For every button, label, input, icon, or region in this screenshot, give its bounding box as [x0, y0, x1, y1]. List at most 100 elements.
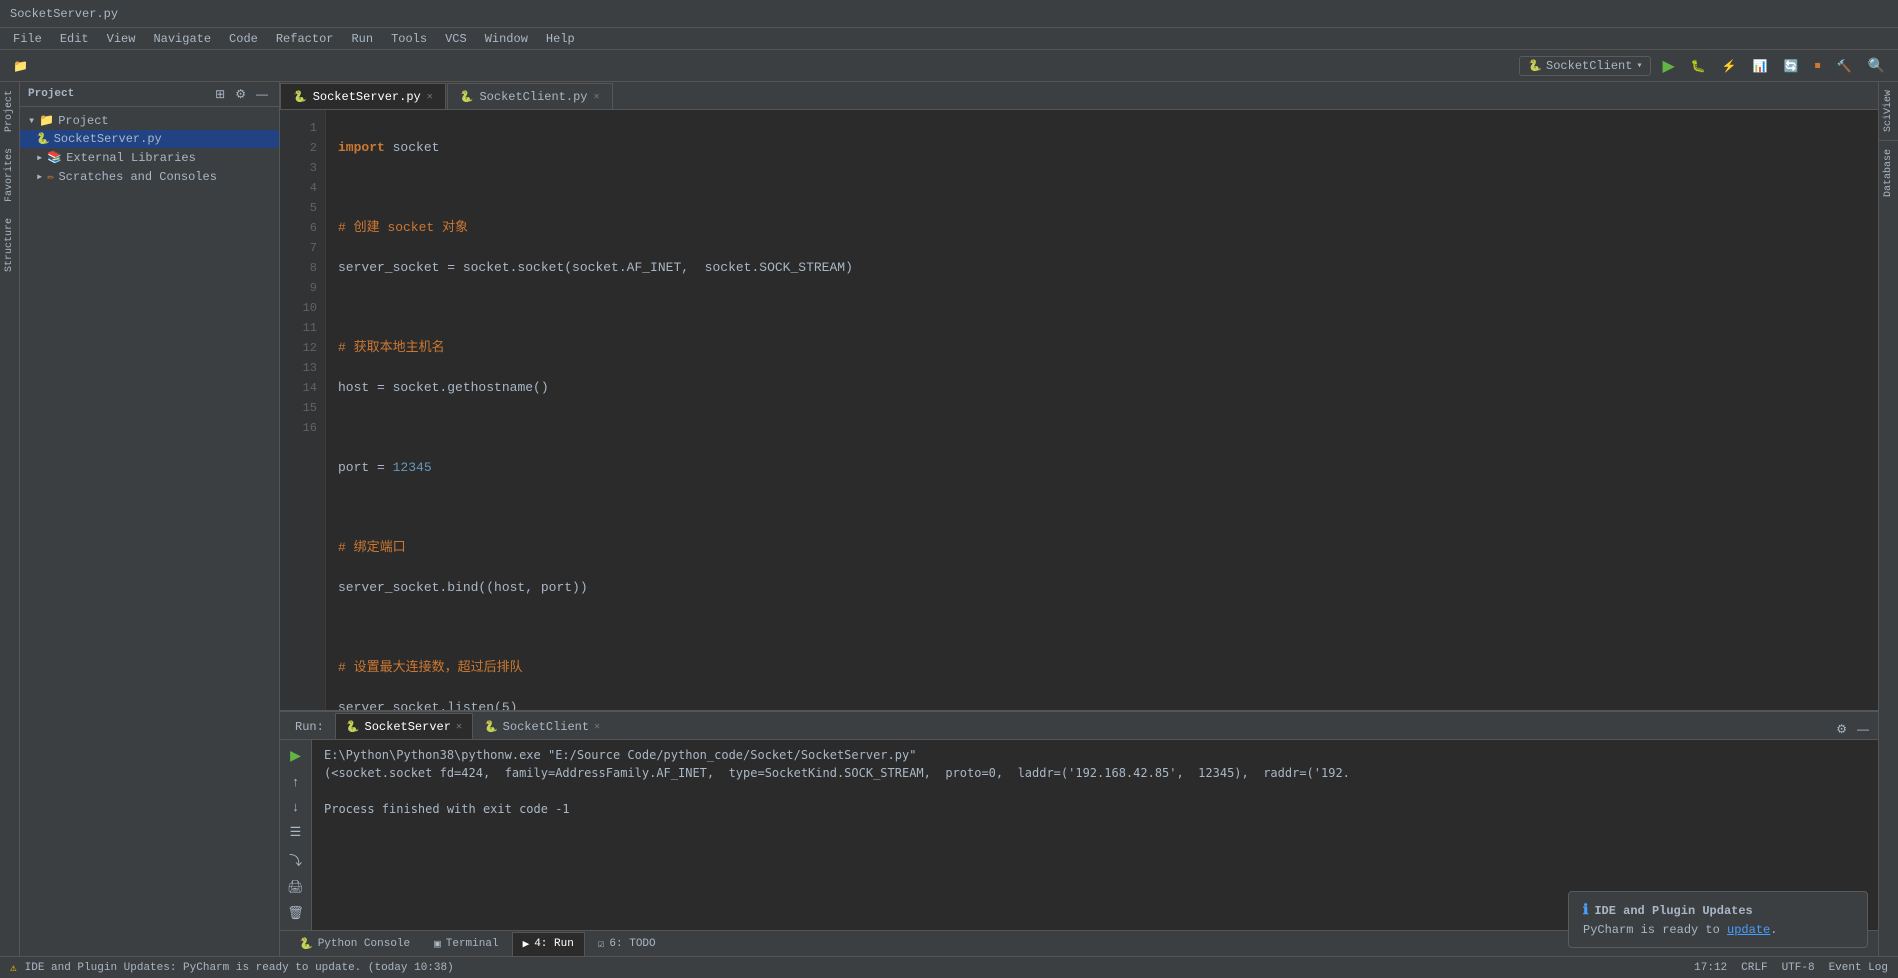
notification-header: ℹ IDE and Plugin Updates — [1583, 902, 1853, 919]
menu-edit[interactable]: Edit — [52, 30, 97, 48]
external-libs-icon: 📚 — [47, 150, 62, 165]
run-again-button[interactable]: ▶ — [287, 744, 304, 767]
tab-socketserver-close[interactable]: ✕ — [427, 91, 433, 103]
side-tab-favorites[interactable]: Favorites — [1, 140, 18, 210]
run-panel-close[interactable]: — — [1852, 719, 1874, 739]
run-tool-label: 4: Run — [534, 938, 574, 950]
title-bar: SocketServer.py — [0, 0, 1898, 28]
tree-item-project[interactable]: ▾ 📁 Project — [20, 111, 279, 130]
bottom-tab-socketserver[interactable]: 🐍 SocketServer ✕ — [335, 713, 473, 739]
menu-run[interactable]: Run — [343, 30, 381, 48]
menu-tools[interactable]: Tools — [383, 30, 435, 48]
tree-item-external-libs[interactable]: ▸ 📚 External Libraries — [20, 148, 279, 167]
side-tab-database[interactable]: Database — [1880, 141, 1897, 205]
terminal-label: Terminal — [446, 938, 499, 950]
notification-box: ℹ IDE and Plugin Updates PyCharm is read… — [1568, 891, 1868, 948]
notification-update-link[interactable]: update — [1727, 923, 1770, 937]
toolbar-project-btn[interactable]: 📁 — [8, 56, 33, 76]
tool-tab-run[interactable]: ▶ 4: Run — [512, 932, 585, 956]
code-line-2 — [338, 178, 1878, 198]
title-bar-text: SocketServer.py — [10, 7, 118, 21]
panel-collapse-btn[interactable]: — — [253, 86, 271, 102]
terminal-line-3 — [324, 782, 1866, 800]
print-button[interactable]: 🖨 — [284, 876, 307, 898]
bottom-tab-socketserver-close[interactable]: ✕ — [456, 721, 462, 733]
python-console-icon: 🐍 — [299, 937, 313, 951]
todo-icon: ☑ — [598, 937, 605, 951]
socketserver-label: SocketServer.py — [54, 132, 162, 146]
terminal-icon: ▣ — [434, 937, 441, 951]
tab-socketclient-close[interactable]: ✕ — [594, 91, 600, 103]
status-event-log[interactable]: Event Log — [1829, 962, 1888, 974]
menu-refactor[interactable]: Refactor — [268, 30, 342, 48]
debug-button[interactable]: 🐛 — [1686, 56, 1711, 76]
status-encoding[interactable]: UTF-8 — [1782, 962, 1815, 974]
toolbar-left: 📁 — [8, 56, 33, 76]
tab-socketclient[interactable]: 🐍 SocketClient.py ✕ — [447, 83, 613, 109]
side-tab-structure[interactable]: Structure — [1, 210, 18, 280]
tool-tab-todo[interactable]: ☑ 6: TODO — [587, 932, 667, 956]
tab-socketclient-icon: 🐍 — [460, 90, 474, 104]
bottom-tab-socketclient-label: SocketClient — [503, 720, 589, 734]
side-tab-project[interactable]: Project — [1, 82, 18, 140]
tab-socketclient-label: SocketClient.py — [479, 90, 587, 104]
bottom-tab-run-label[interactable]: Run: — [284, 713, 335, 739]
project-label: Project — [58, 114, 108, 128]
notification-body: PyCharm is ready to update. — [1583, 923, 1853, 937]
menu-vcs[interactable]: VCS — [437, 30, 475, 48]
project-panel: Project ⊞ ⚙ — ▾ 📁 Project 🐍 SocketServer… — [20, 82, 280, 956]
project-panel-title: Project — [28, 88, 74, 100]
notification-body-text: PyCharm is ready to — [1583, 923, 1727, 937]
todo-label: 6: TODO — [609, 938, 655, 950]
side-tab-sciview[interactable]: SciView — [1880, 82, 1897, 140]
menu-window[interactable]: Window — [477, 30, 536, 48]
status-line-ending[interactable]: CRLF — [1741, 962, 1767, 974]
stop-run-button[interactable]: ↓ — [289, 796, 302, 817]
menu-view[interactable]: View — [99, 30, 144, 48]
project-folder-icon: 📁 — [39, 113, 54, 128]
code-line-1: import socket — [338, 138, 1878, 158]
tool-tab-terminal[interactable]: ▣ Terminal — [423, 932, 509, 956]
code-content[interactable]: import socket # 创建 socket 对象 server_sock… — [326, 110, 1878, 710]
menu-code[interactable]: Code — [221, 30, 266, 48]
tree-item-socketserver[interactable]: 🐍 SocketServer.py — [20, 130, 279, 148]
menu-file[interactable]: File — [5, 30, 50, 48]
notification-info-icon: ℹ — [1583, 902, 1588, 919]
panel-layout-btn[interactable]: ⊞ — [212, 86, 228, 102]
clear-output-button[interactable]: 🗑 — [284, 902, 307, 924]
python-console-label: Python Console — [318, 938, 410, 950]
run-panel-settings[interactable]: ⚙ — [1831, 719, 1852, 739]
socketserver-icon: 🐍 — [36, 132, 50, 146]
bottom-tab-socketclient-close[interactable]: ✕ — [594, 721, 600, 733]
code-line-5 — [338, 298, 1878, 318]
run-config-selector[interactable]: 🐍 SocketClient ▾ — [1519, 56, 1651, 76]
line-numbers: 12345 678910 1112131415 16 — [280, 110, 326, 710]
reload-button[interactable]: 🔄 — [1779, 56, 1804, 76]
stop-button[interactable]: ⏹ — [1810, 55, 1826, 76]
terminal-line-2: (<socket.socket fd=424, family=AddressFa… — [324, 764, 1866, 782]
panel-settings-btn[interactable]: ⚙ — [232, 86, 249, 102]
build-button[interactable]: 🔨 — [1832, 56, 1857, 76]
scroll-down-button[interactable]: ☰ — [287, 821, 305, 843]
run-config-dropdown-icon[interactable]: ▾ — [1636, 60, 1642, 72]
notification-title: IDE and Plugin Updates — [1594, 904, 1752, 918]
run-config-label: SocketClient — [1546, 59, 1632, 73]
soft-wrap-button[interactable]: ⤵ — [286, 847, 305, 872]
bottom-tab-socketclient[interactable]: 🐍 SocketClient ✕ — [473, 713, 611, 739]
bottom-panel-tabs: Run: 🐍 SocketServer ✕ 🐍 SocketClient ✕ ⚙… — [280, 712, 1878, 740]
menu-help[interactable]: Help — [538, 30, 583, 48]
status-position[interactable]: 17:12 — [1694, 962, 1727, 974]
tree-item-scratches[interactable]: ▸ ✏ Scratches and Consoles — [20, 167, 279, 186]
rerun-button[interactable]: ↑ — [289, 771, 302, 792]
tab-socketserver[interactable]: 🐍 SocketServer.py ✕ — [280, 83, 446, 109]
coverage-button[interactable]: ⚡ — [1717, 56, 1742, 76]
external-libs-expand-icon: ▸ — [36, 150, 43, 165]
menu-navigate[interactable]: Navigate — [145, 30, 219, 48]
run-tool-icon: ▶ — [523, 937, 530, 951]
profile-button[interactable]: 📊 — [1748, 56, 1773, 76]
left-side-tabs: Project Favorites Structure — [0, 82, 20, 956]
tool-tab-python-console[interactable]: 🐍 Python Console — [288, 932, 421, 956]
search-everywhere-button[interactable]: 🔍 — [1863, 54, 1890, 77]
run-button[interactable]: ▶ — [1657, 53, 1679, 79]
code-line-13 — [338, 618, 1878, 638]
